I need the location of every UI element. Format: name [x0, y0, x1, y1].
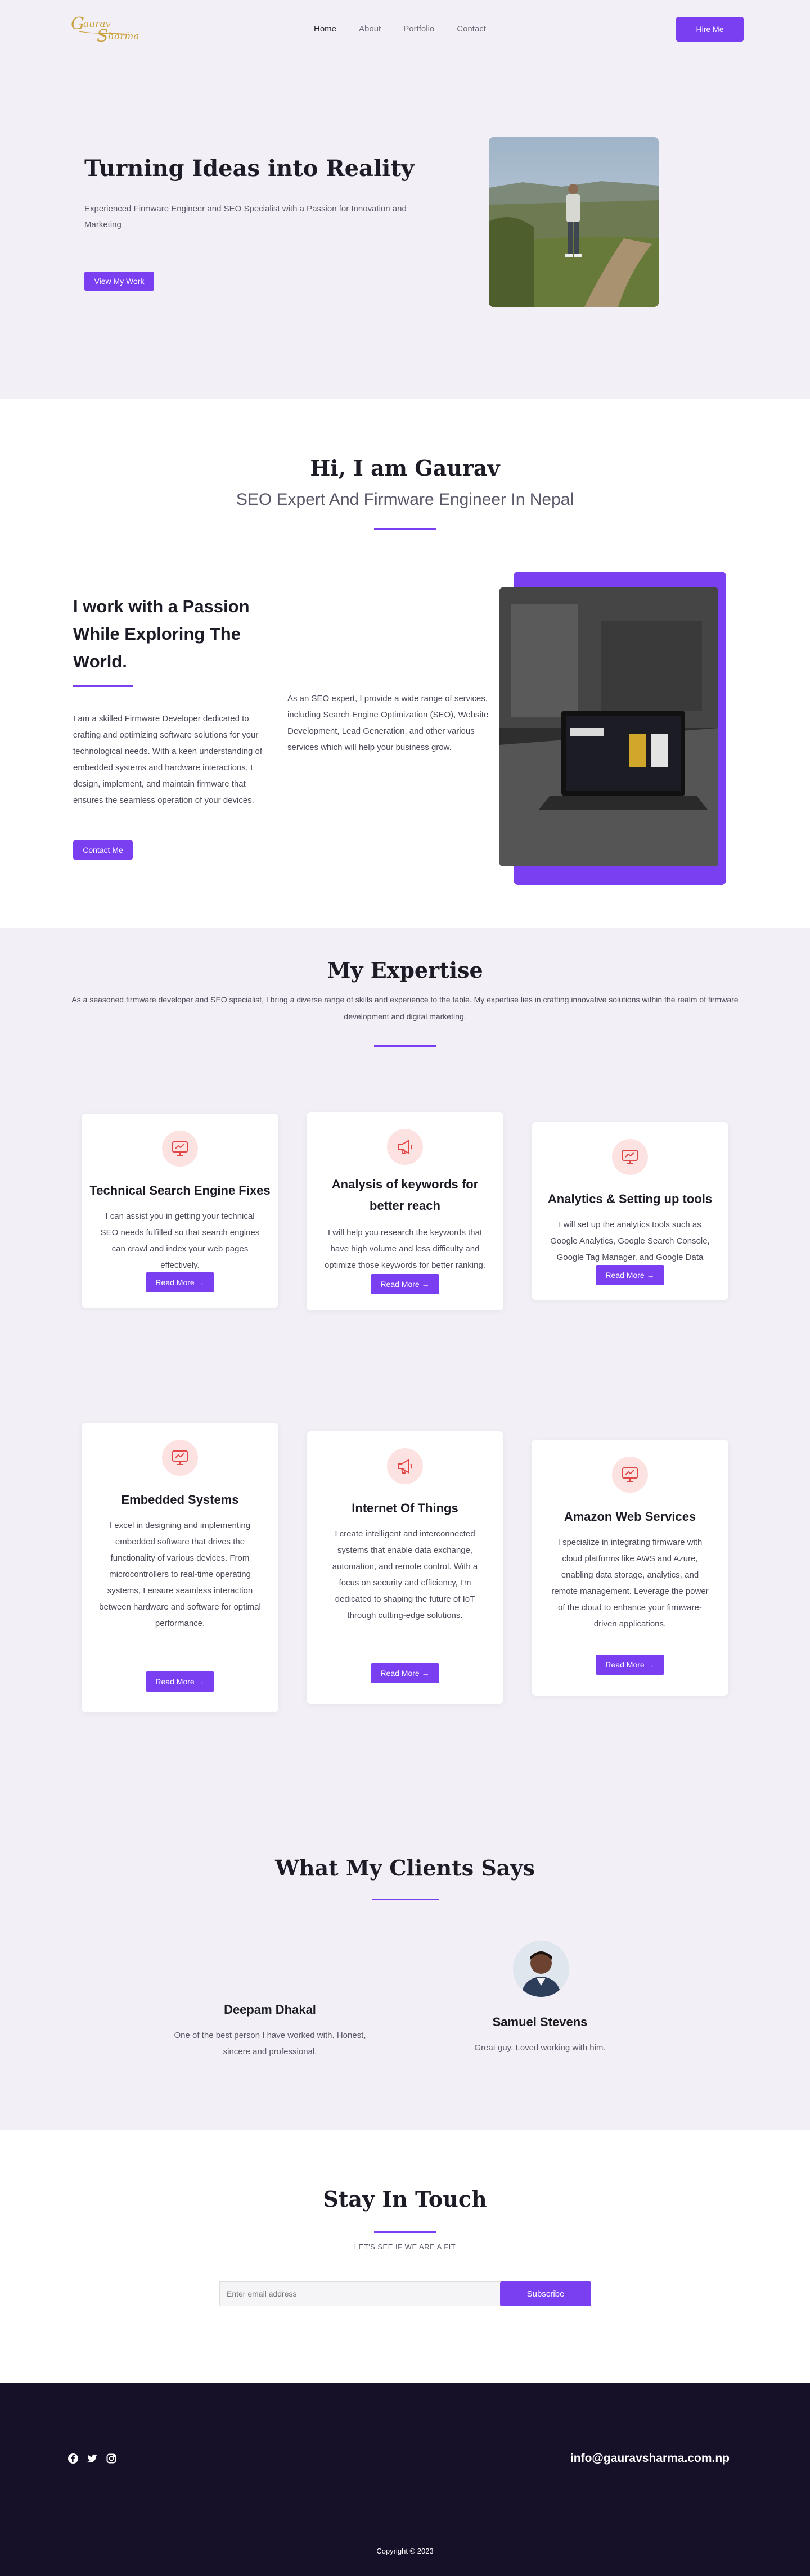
- nav-about[interactable]: About: [359, 24, 381, 34]
- testimonials-section: What My Clients Says Deepam Dhakal One o…: [0, 1790, 810, 2130]
- expertise-card: Technical Search Engine Fixes I can assi…: [82, 1114, 278, 1308]
- read-more-button[interactable]: Read More →: [146, 1272, 214, 1292]
- about-heading: Hi, I am Gaurav: [310, 455, 500, 481]
- subscribe-button[interactable]: Subscribe: [500, 2281, 591, 2306]
- expertise-heading: My Expertise: [327, 957, 483, 983]
- testimonial-name: Samuel Stevens: [492, 2015, 588, 2029]
- card-title: Embedded Systems: [121, 1493, 239, 1507]
- expertise-card: Analytics & Setting up tools I will set …: [532, 1122, 728, 1300]
- card-description: I excel in designing and implementing em…: [99, 1521, 261, 1628]
- expertise-section: My Expertise As a seasoned firmware deve…: [0, 928, 810, 1790]
- megaphone-icon: [387, 1129, 423, 1165]
- svg-text:harma: harma: [108, 31, 139, 42]
- expertise-card: Amazon Web Services I specialize in inte…: [532, 1440, 728, 1696]
- instagram-icon[interactable]: [106, 2453, 117, 2467]
- facebook-icon[interactable]: [68, 2453, 79, 2467]
- hero-portrait-image: [489, 137, 659, 307]
- about-paragraph-firmware: I am a skilled Firmware Developer dedica…: [73, 714, 263, 805]
- card-title: Analysis of keywords for better reach: [331, 1177, 479, 1213]
- read-more-button[interactable]: Read More →: [146, 1671, 214, 1692]
- card-title: Amazon Web Services: [564, 1510, 696, 1524]
- arrow-right-icon: →: [196, 1677, 205, 1686]
- contact-heading: Stay In Touch: [323, 2186, 487, 2212]
- copyright-text: Copyright © 2023: [376, 2547, 434, 2555]
- site-header: G aurav S harma Home About Portfolio Con…: [0, 0, 810, 59]
- nav-home[interactable]: Home: [314, 24, 336, 34]
- arrow-right-icon: →: [196, 1278, 205, 1287]
- site-footer: info@gauravsharma.com.np Copyright © 202…: [0, 2383, 810, 2576]
- card-title: Internet Of Things: [352, 1501, 458, 1515]
- hero-subtitle: Experienced Firmware Engineer and SEO Sp…: [84, 204, 407, 229]
- testimonial-quote: Great guy. Loved working with him.: [474, 2043, 606, 2053]
- arrow-right-icon: →: [646, 1271, 655, 1280]
- about-lead: I work with a Passion While Exploring Th…: [73, 596, 250, 671]
- view-my-work-button[interactable]: View My Work: [84, 272, 154, 291]
- about-section: Hi, I am Gaurav SEO Expert And Firmware …: [0, 399, 810, 928]
- footer-email-link[interactable]: info@gauravsharma.com.np: [570, 2452, 730, 2465]
- read-more-button[interactable]: Read More →: [371, 1663, 439, 1683]
- hire-me-button[interactable]: Hire Me: [676, 17, 744, 42]
- about-subheading: SEO Expert And Firmware Engineer In Nepa…: [236, 490, 574, 509]
- expertise-intro: As a seasoned firmware developer and SEO…: [71, 995, 739, 1021]
- testimonial-card: Deepam Dhakal One of the best person I h…: [147, 2003, 393, 2060]
- monitor-icon: [612, 1139, 648, 1175]
- megaphone-icon: [387, 1448, 423, 1484]
- card-title: Technical Search Engine Fixes: [89, 1183, 271, 1197]
- expertise-card: Analysis of keywords for better reach I …: [307, 1112, 503, 1310]
- arrow-right-icon: →: [646, 1660, 655, 1669]
- twitter-icon[interactable]: [87, 2453, 98, 2467]
- main-nav: Home About Portfolio Contact: [314, 24, 486, 34]
- about-underline: [374, 528, 436, 530]
- contact-tagline: LET'S SEE IF WE ARE A FIT: [354, 2243, 456, 2251]
- testimonials-heading: What My Clients Says: [275, 1855, 535, 1881]
- card-description: I will help you research the keywords th…: [325, 1228, 485, 1270]
- site-logo[interactable]: G aurav S harma: [68, 7, 158, 53]
- lead-underline: [73, 685, 133, 687]
- about-paragraph-seo: As an SEO expert, I provide a wide range…: [287, 694, 489, 752]
- arrow-right-icon: →: [421, 1280, 430, 1289]
- card-title: Analytics & Setting up tools: [547, 1192, 713, 1206]
- about-laptop-image: [500, 587, 718, 866]
- hero-section: Turning Ideas into Reality Experienced F…: [0, 59, 810, 399]
- testimonial-quote: One of the best person I have worked wit…: [174, 2031, 366, 2057]
- contact-underline: [374, 2231, 436, 2233]
- monitor-icon: [162, 1440, 198, 1476]
- svg-text:G: G: [71, 14, 84, 34]
- card-description: I create intelligent and interconnected …: [332, 1529, 478, 1620]
- hero-title: Turning Ideas into Reality: [84, 155, 415, 182]
- expertise-card: Embedded Systems I excel in designing an…: [82, 1423, 278, 1712]
- testimonial-name: Deepam Dhakal: [224, 2003, 316, 2017]
- read-more-button[interactable]: Read More →: [596, 1655, 664, 1675]
- avatar: [513, 1941, 569, 1997]
- email-input[interactable]: [219, 2281, 501, 2306]
- testimonials-underline: [372, 1899, 439, 1900]
- contact-me-button[interactable]: Contact Me: [73, 840, 133, 860]
- expertise-card: Internet Of Things I create intelligent …: [307, 1431, 503, 1704]
- svg-text:S: S: [97, 26, 109, 46]
- arrow-right-icon: →: [421, 1669, 430, 1678]
- nav-portfolio[interactable]: Portfolio: [403, 24, 434, 34]
- testimonial-card: Samuel Stevens Great guy. Loved working …: [417, 2015, 663, 2056]
- card-description: I can assist you in getting your technic…: [100, 1212, 260, 1270]
- card-description: I specialize in integrating firmware wit…: [551, 1538, 709, 1629]
- nav-contact[interactable]: Contact: [457, 24, 486, 34]
- contact-section: Stay In Touch LET'S SEE IF WE ARE A FIT …: [0, 2130, 810, 2383]
- read-more-button[interactable]: Read More →: [596, 1265, 664, 1285]
- social-links: [68, 2453, 117, 2467]
- read-more-button[interactable]: Read More →: [371, 1274, 439, 1294]
- monitor-icon: [612, 1457, 648, 1493]
- monitor-icon: [162, 1131, 198, 1167]
- expertise-underline: [374, 1045, 436, 1047]
